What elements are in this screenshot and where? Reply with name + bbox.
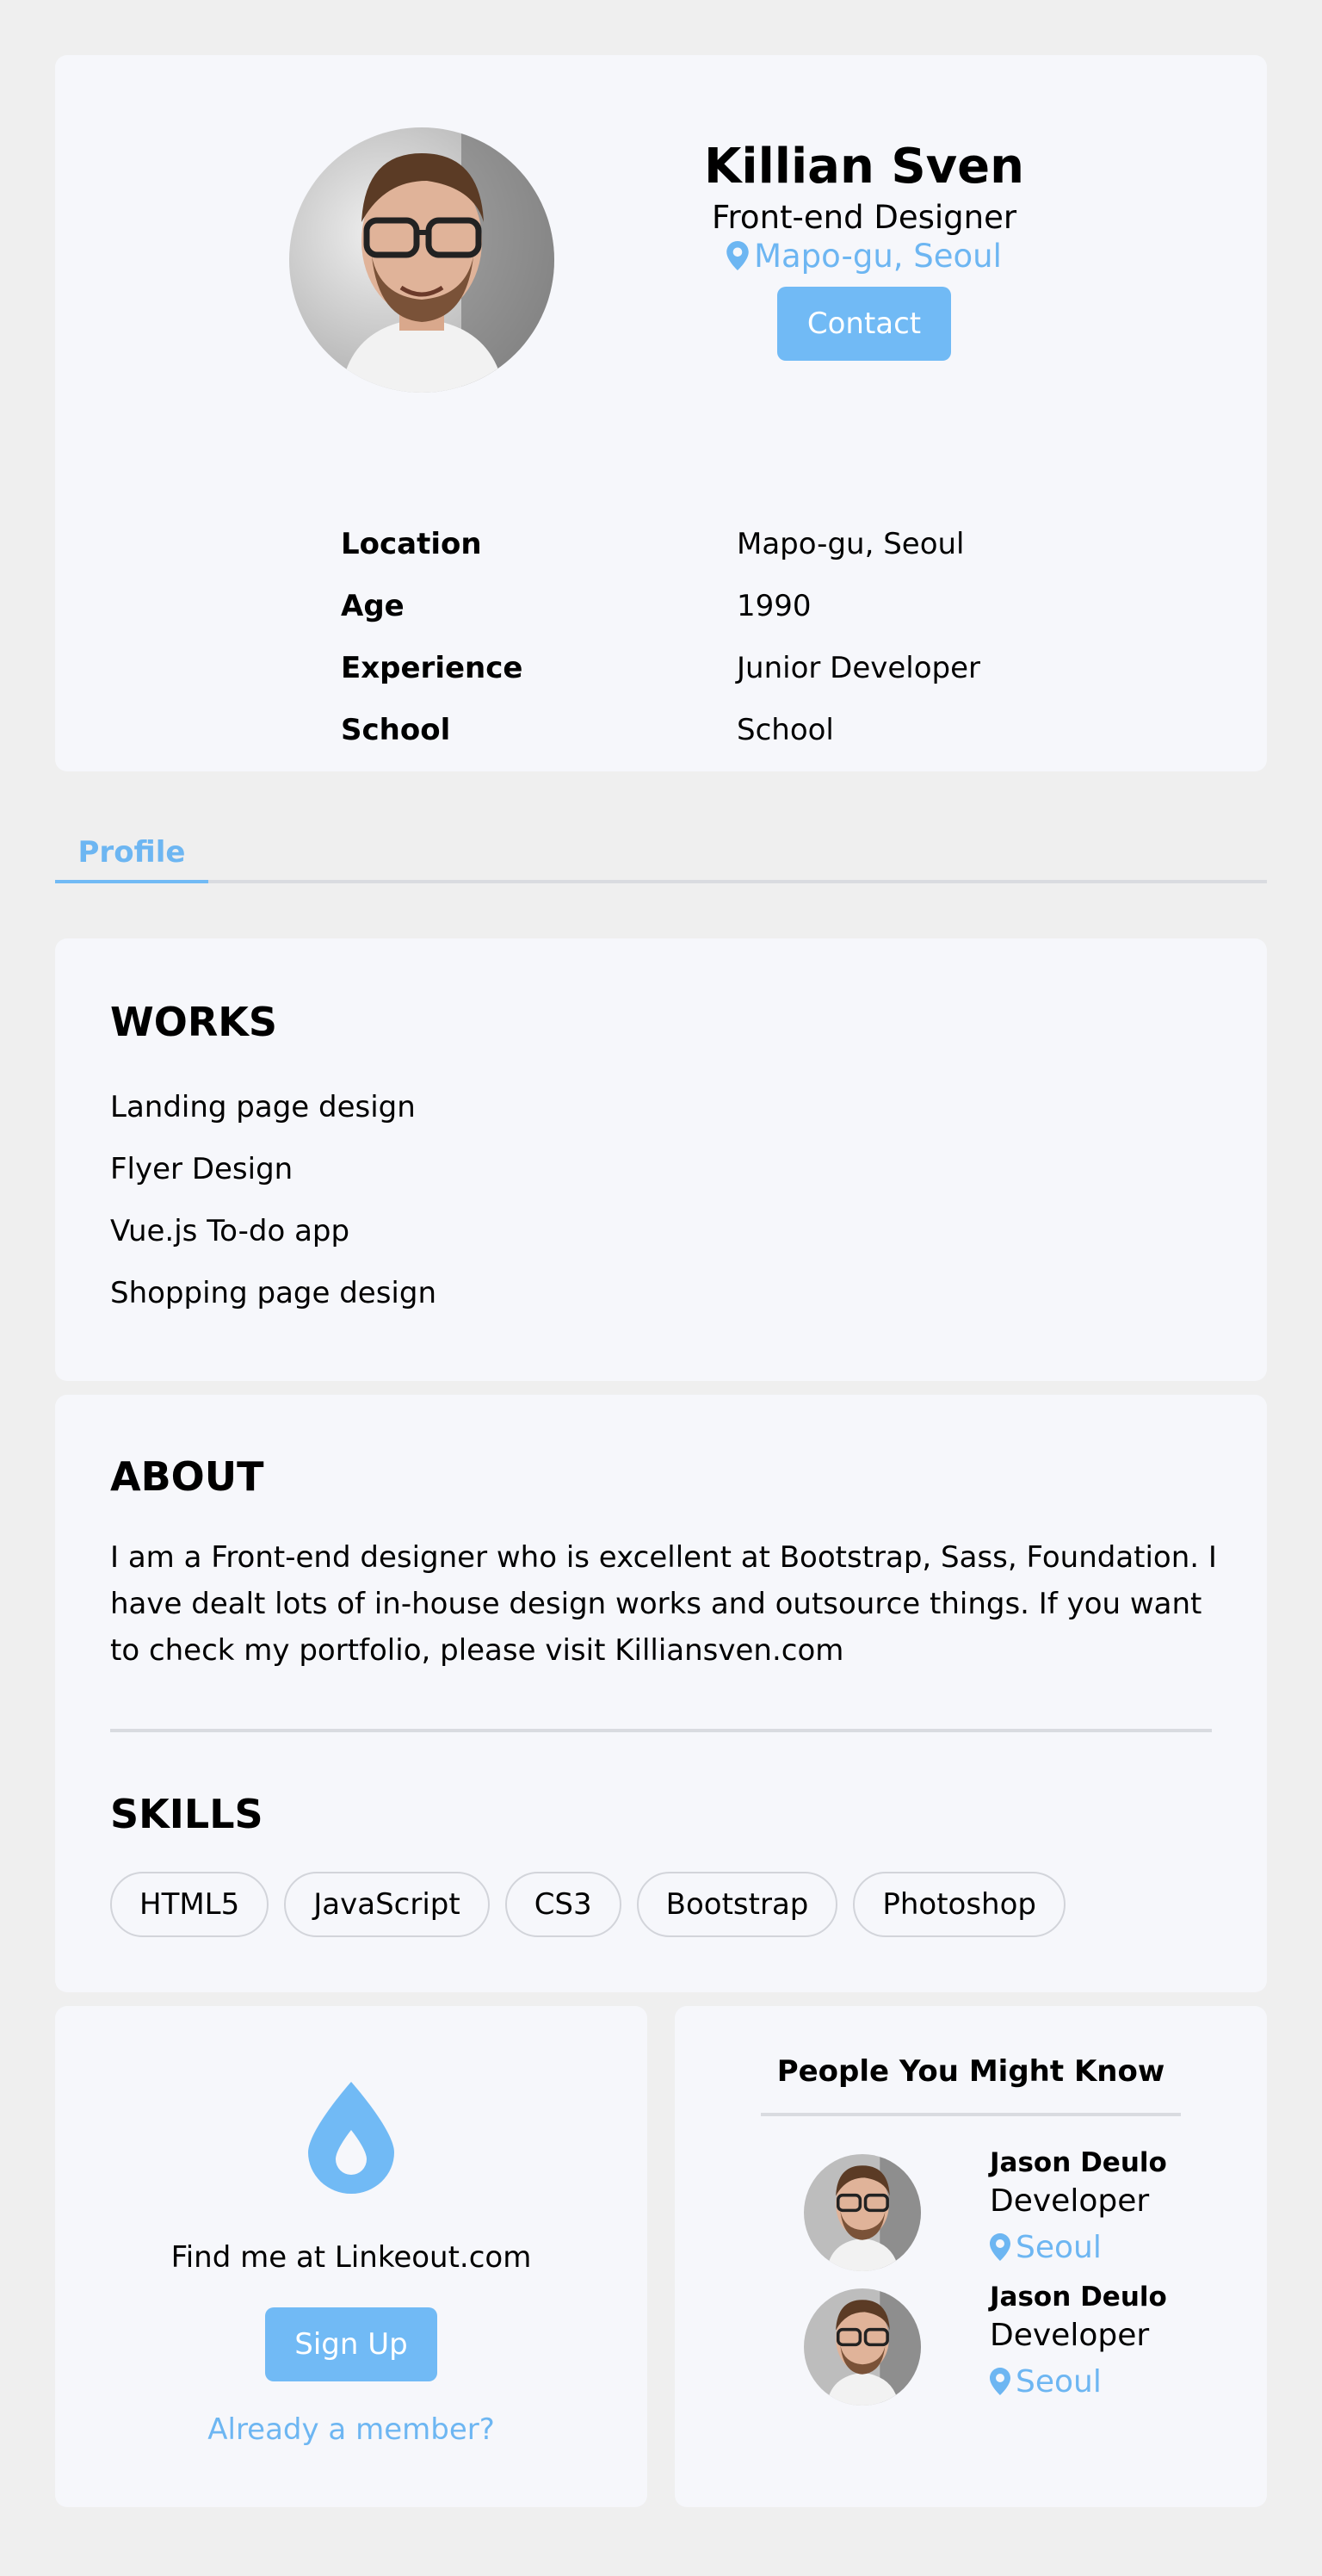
tab-profile[interactable]: Profile — [55, 827, 208, 883]
person-location-text: Seoul — [1016, 2230, 1102, 2265]
sign-up-button[interactable]: Sign Up — [265, 2307, 437, 2381]
person-item[interactable]: Jason Deulo Developer Seoul — [804, 2282, 1200, 2416]
detail-value: 1990 — [737, 589, 812, 623]
skills-title: SKILLS — [110, 1791, 263, 1837]
skill-chip[interactable]: JavaScript — [284, 1872, 490, 1937]
person-name: Jason Deulo — [990, 2282, 1167, 2313]
person-role: Developer — [990, 2183, 1150, 2219]
section-divider — [110, 1729, 1212, 1732]
about-text: I am a Front-end designer who is excelle… — [110, 1540, 1217, 1668]
detail-key: Experience — [341, 651, 523, 685]
person-location-text: Seoul — [1016, 2364, 1102, 2400]
detail-key: School — [341, 713, 451, 747]
skill-chip[interactable]: Photoshop — [853, 1872, 1066, 1937]
person-location: Seoul — [990, 2230, 1102, 2265]
already-member-link[interactable]: Already a member? — [55, 2412, 647, 2447]
works-item[interactable]: Landing page design — [110, 1087, 436, 1149]
skill-chip[interactable]: Bootstrap — [636, 1872, 838, 1937]
profile-header-card: Killian Sven Front-end Designer Mapo-gu,… — [55, 55, 1267, 771]
detail-value: Junior Developer — [737, 651, 981, 685]
detail-value: Mapo-gu, Seoul — [737, 527, 965, 561]
people-title: People You Might Know — [761, 2054, 1181, 2116]
person-avatar — [804, 2154, 921, 2271]
works-item[interactable]: Shopping page design — [110, 1273, 436, 1334]
skill-chip[interactable]: CS3 — [504, 1872, 621, 1937]
person-item[interactable]: Jason Deulo Developer Seoul — [804, 2147, 1200, 2282]
person-location: Seoul — [990, 2364, 1102, 2400]
tab-bar: Profile — [55, 827, 1267, 883]
detail-value: School — [737, 713, 834, 747]
person-name: Jason Deulo — [990, 2147, 1167, 2178]
skills-list: HTML5 JavaScript CS3 Bootstrap Photoshop — [110, 1872, 1066, 1937]
location-pin-icon — [990, 2368, 1010, 2395]
profile-location-text: Mapo-gu, Seoul — [754, 238, 1002, 276]
profile-name: Killian Sven — [703, 139, 1024, 195]
detail-key: Location — [341, 527, 482, 561]
skill-chip[interactable]: HTML5 — [110, 1872, 269, 1937]
contact-button[interactable]: Contact — [777, 287, 951, 362]
profile-summary: Killian Sven Front-end Designer Mapo-gu,… — [692, 138, 1036, 362]
person-avatar — [804, 2288, 921, 2406]
works-item[interactable]: Vue.js To-do app — [110, 1211, 436, 1273]
location-pin-icon — [726, 241, 749, 271]
profile-role: Front-end Designer — [711, 199, 1017, 237]
works-card: WORKS Landing page design Flyer Design V… — [55, 938, 1267, 1381]
about-skills-card: ABOUT I am a Front-end designer who is e… — [55, 1395, 1267, 1992]
location-pin-icon — [990, 2233, 1010, 2261]
profile-avatar — [289, 127, 554, 393]
water-drop-icon — [308, 2082, 394, 2194]
works-item[interactable]: Flyer Design — [110, 1149, 436, 1211]
works-title: WORKS — [110, 999, 278, 1045]
about-title: ABOUT — [110, 1453, 264, 1500]
linkeout-card: Find me at Linkeout.com Sign Up Already … — [55, 2006, 647, 2507]
detail-key: Age — [341, 589, 405, 623]
works-list: Landing page design Flyer Design Vue.js … — [110, 1087, 436, 1334]
person-role: Developer — [990, 2318, 1150, 2353]
profile-location: Mapo-gu, Seoul — [692, 238, 1036, 275]
linkeout-text: Find me at Linkeout.com — [170, 2240, 532, 2275]
people-you-might-know-card: People You Might Know Jason Deulo Develo… — [675, 2006, 1267, 2507]
